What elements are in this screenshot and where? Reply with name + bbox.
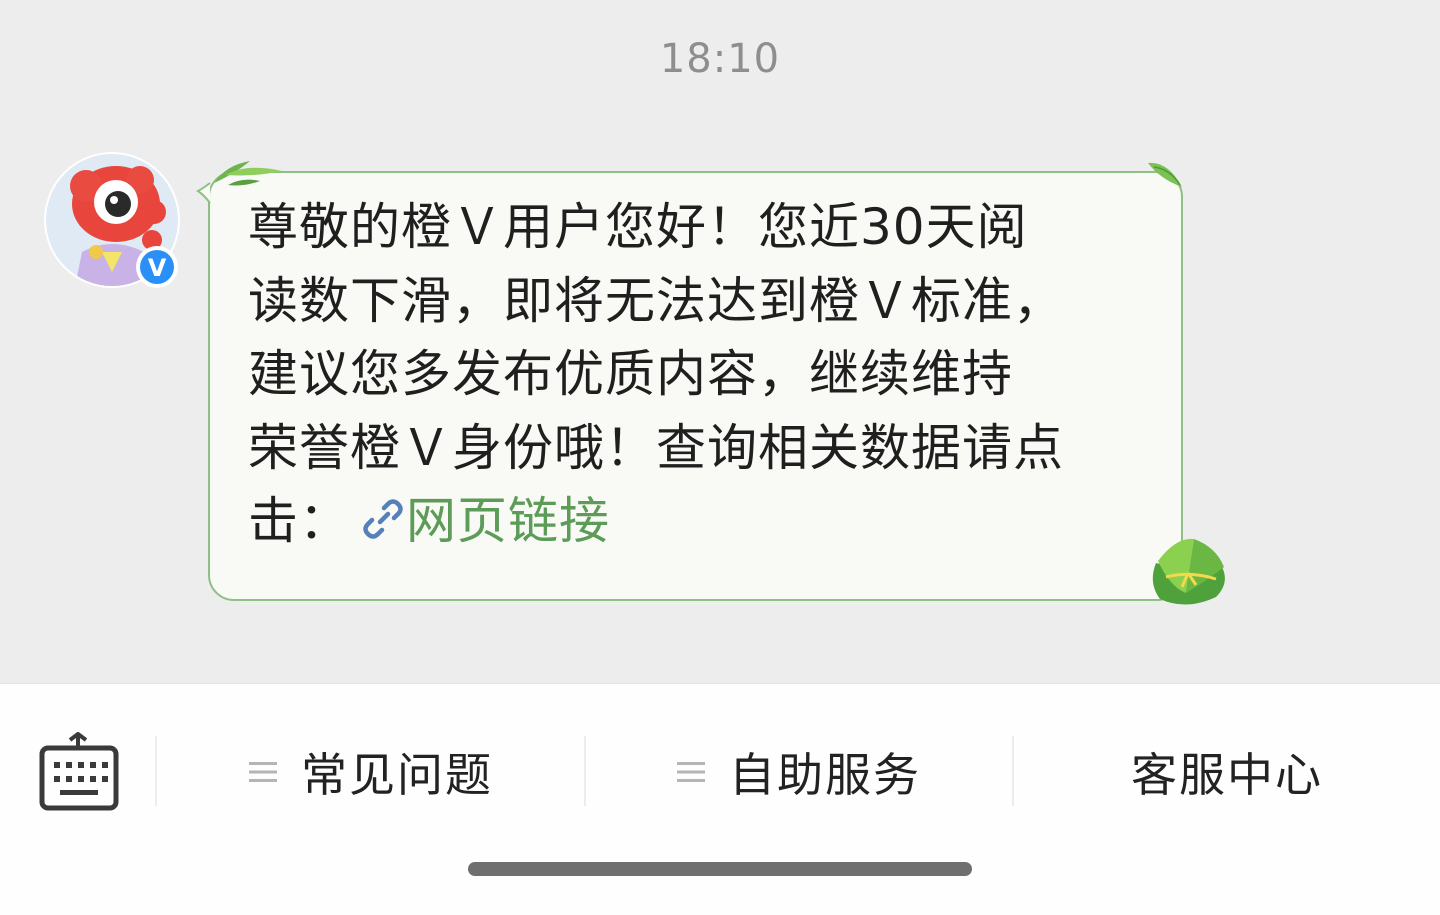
link-icon — [363, 499, 403, 539]
bamboo-leaf-icon — [1148, 162, 1182, 187]
menu-customer-center[interactable]: 客服中心 — [1014, 734, 1440, 810]
keyboard-icon — [39, 732, 119, 811]
menu-lines-icon — [677, 762, 705, 782]
message-line: 尊敬的橙Ｖ用户您好！您近30天阅 — [248, 198, 1028, 256]
menu-divider — [155, 736, 157, 806]
menu-faq-label: 常见问题 — [301, 748, 493, 802]
message-text: 尊敬的橙Ｖ用户您好！您近30天阅 读数下滑，即将无法达到橙Ｖ标准， 建议您多发布… — [248, 191, 1158, 559]
menu-customer-center-label: 客服中心 — [1131, 748, 1323, 802]
verified-badge: V — [148, 254, 167, 282]
web-link[interactable]: 网页链接 — [350, 492, 610, 550]
message-line: 荣誉橙Ｖ身份哦！查询相关数据请点 — [248, 418, 1064, 477]
zongzi-icon — [1152, 538, 1225, 605]
message-line: 建议您多发布优质内容，继续维持 — [248, 345, 1013, 403]
bamboo-leaf-icon — [214, 161, 282, 186]
web-link-text[interactable]: 网页链接 — [406, 492, 610, 550]
menu-self-service[interactable]: 自助服务 — [586, 734, 1012, 810]
menu-lines-icon — [249, 762, 277, 782]
sender-avatar[interactable]: V — [44, 152, 182, 290]
chat-area: 18:10 V 尊敬的橙Ｖ用户您好！您近30天阅 读数下滑，即将无法达到橙Ｖ标准… — [0, 0, 1440, 683]
message-line: 击： — [248, 492, 350, 550]
menu-self-service-label: 自助服务 — [729, 748, 921, 802]
menu-faq[interactable]: 常见问题 — [158, 734, 584, 810]
message-line: 读数下滑，即将无法达到橙Ｖ标准， — [248, 271, 1064, 330]
home-indicator[interactable] — [468, 862, 972, 876]
message-bubble: 尊敬的橙Ｖ用户您好！您近30天阅 读数下滑，即将无法达到橙Ｖ标准， 建议您多发布… — [196, 155, 1231, 615]
weibo-mascot-avatar-icon: V — [44, 152, 180, 288]
message-timestamp: 18:10 — [659, 36, 781, 82]
bottom-menu-bar: 常见问题 自助服务 客服中心 — [0, 683, 1440, 915]
message-line-last: 击： 网页链接 — [248, 485, 1158, 559]
keyboard-toggle-button[interactable] — [38, 732, 120, 814]
